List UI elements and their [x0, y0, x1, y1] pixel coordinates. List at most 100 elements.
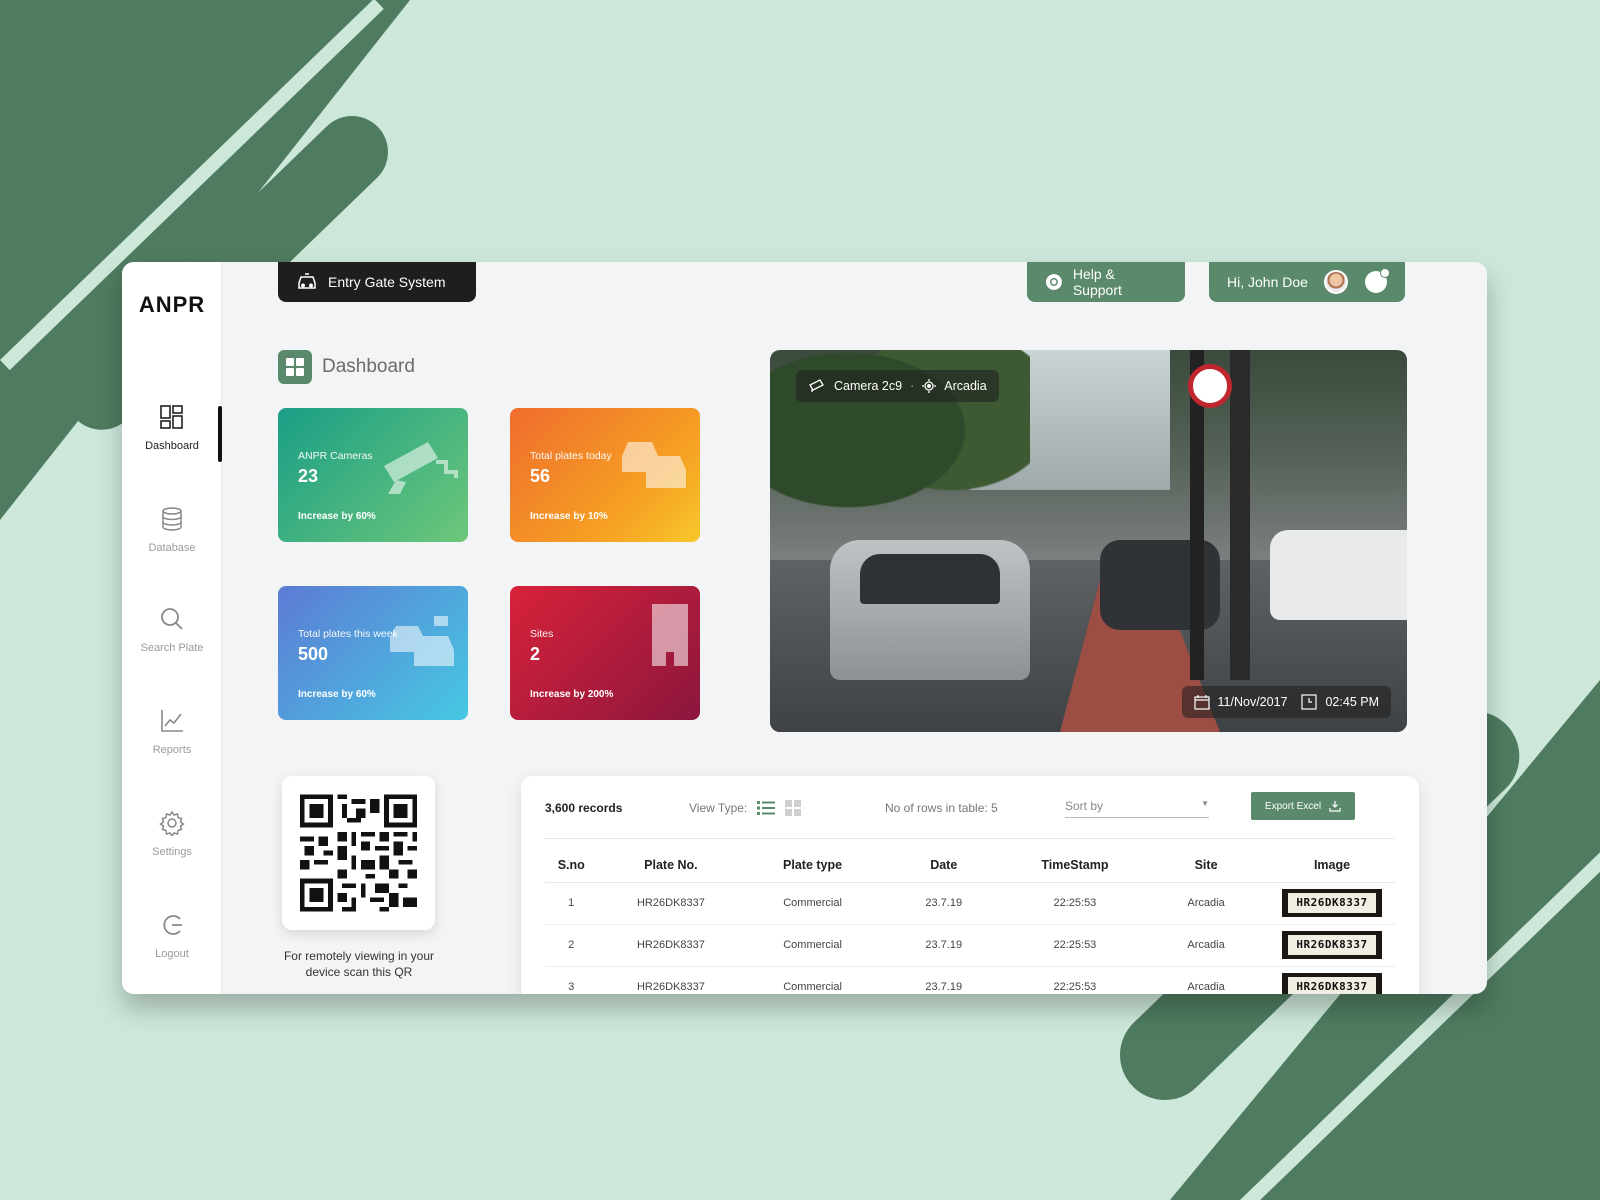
- sidebar-item-label: Dashboard: [145, 440, 199, 452]
- cars-icon: [622, 442, 686, 488]
- traffic-sign: [1188, 364, 1232, 408]
- database-icon: [162, 507, 182, 531]
- stat-card-cameras[interactable]: ANPR Cameras 23 Increase by 60%: [278, 408, 468, 542]
- app-logo: ANPR: [138, 292, 206, 317]
- table-row[interactable]: 1 HR26DK8337 Commercial 23.7.19 22:25:53…: [545, 882, 1395, 925]
- user-menu[interactable]: Hi, John Doe: [1209, 262, 1405, 302]
- entry-gate-system-button[interactable]: Entry Gate System: [278, 262, 476, 302]
- camera-label: Camera 2c9 · Arcadia: [796, 370, 999, 402]
- sidebar-item-reports[interactable]: Reports: [122, 708, 222, 758]
- stat-card-subtext: Increase by 60%: [298, 689, 376, 700]
- car-icon: [298, 273, 316, 289]
- cell-site: Arcadia: [1143, 882, 1270, 925]
- cell-plate: HR26DK8337: [597, 966, 745, 994]
- avatar[interactable]: [1324, 270, 1349, 294]
- stat-card-plates-today[interactable]: Total plates today 56 Increase by 10%: [510, 408, 700, 542]
- sidebar-item-database[interactable]: Database: [122, 506, 222, 556]
- column-header[interactable]: Plate No.: [597, 848, 745, 883]
- sidebar-item-label: Settings: [152, 846, 192, 858]
- plate-image[interactable]: HR26DK8337: [1282, 889, 1383, 917]
- column-header[interactable]: Site: [1143, 848, 1270, 883]
- qr-caption: For remotely viewing in your device scan…: [283, 949, 435, 979]
- records-table: S.no Plate No. Plate type Date TimeStamp…: [545, 848, 1395, 994]
- location-icon: [922, 379, 937, 393]
- building-icon: [652, 604, 688, 666]
- cell-site: Arcadia: [1143, 966, 1270, 994]
- sidebar-item-dashboard[interactable]: Dashboard: [122, 404, 222, 454]
- user-greeting: Hi, John Doe: [1227, 274, 1308, 290]
- chevron-down-icon: ▼: [1201, 798, 1209, 808]
- stat-card-subtext: Increase by 60%: [298, 511, 376, 522]
- cell-sno: 3: [545, 966, 598, 994]
- cctv-icon: [384, 442, 458, 494]
- column-header[interactable]: Plate type: [744, 848, 881, 883]
- sidebar: ANPR Dashboard Database Search Plate Rep…: [122, 262, 222, 994]
- export-excel-label: Export Excel: [1264, 800, 1322, 812]
- table-row[interactable]: 3 HR26DK8337 Commercial 23.7.19 22:25:53…: [545, 966, 1395, 994]
- cell-type: Commercial: [744, 966, 881, 994]
- cars-icon: [390, 616, 454, 666]
- entry-gate-label: Entry Gate System: [328, 274, 446, 290]
- cell-type: Commercial: [744, 882, 881, 925]
- camera-name: Camera 2c9: [834, 379, 903, 393]
- lifebuoy-icon: [1045, 274, 1062, 290]
- logout-icon: [163, 915, 182, 935]
- stat-card-sites[interactable]: Sites 2 Increase by 200%: [510, 586, 700, 720]
- table-row[interactable]: 2 HR26DK8337 Commercial 23.7.19 22:25:53…: [545, 924, 1395, 967]
- calendar-icon: [1193, 695, 1210, 710]
- cell-plate: HR26DK8337: [597, 882, 745, 925]
- plate-image[interactable]: HR26DK8337: [1282, 973, 1383, 994]
- stat-card-subtext: Increase by 10%: [530, 511, 608, 522]
- help-support-button[interactable]: Help & Support: [1027, 262, 1185, 302]
- plate-image-text: HR26DK8337: [1288, 977, 1377, 994]
- column-header[interactable]: S.no: [545, 848, 598, 883]
- cell-image: HR26DK8337: [1269, 966, 1395, 994]
- table-header-row: S.no Plate No. Plate type Date TimeStamp…: [545, 848, 1395, 883]
- cell-time: 22:25:53: [1006, 966, 1144, 994]
- search-icon: [161, 608, 183, 630]
- column-header[interactable]: TimeStamp: [1006, 848, 1144, 883]
- plate-image-text: HR26DK8337: [1288, 935, 1377, 955]
- camera-date: 11/Nov/2017: [1217, 695, 1288, 709]
- cell-type: Commercial: [744, 924, 881, 967]
- sidebar-item-label: Reports: [152, 744, 192, 756]
- sidebar-item-label: Search Plate: [140, 642, 204, 654]
- view-type-label: View Type:: [689, 801, 748, 815]
- camera-time: 02:45 PM: [1325, 695, 1379, 709]
- camera-feed[interactable]: Camera 2c9 · Arcadia 11/Nov/2017 02:45 P…: [770, 350, 1407, 732]
- cell-site: Arcadia: [1143, 924, 1270, 967]
- records-panel: 3,600 records View Type: No of rows in t…: [521, 776, 1419, 994]
- stat-card-plates-week[interactable]: Total plates this week 500 Increase by 6…: [278, 586, 468, 720]
- plate-image-text: HR26DK8337: [1288, 893, 1377, 913]
- rows-per-table: No of rows in table: 5: [885, 801, 998, 815]
- chart-icon: [161, 710, 183, 732]
- cell-sno: 1: [545, 882, 598, 925]
- records-count: 3,600 records: [545, 801, 623, 815]
- export-excel-button[interactable]: Export Excel: [1251, 792, 1355, 820]
- sidebar-item-search-plate[interactable]: Search Plate: [122, 606, 222, 656]
- help-support-label: Help & Support: [1072, 266, 1122, 298]
- cell-image: HR26DK8337: [1269, 882, 1395, 925]
- cell-sno: 2: [545, 924, 598, 967]
- grid-view-icon[interactable]: [785, 800, 802, 816]
- cell-date: 23.7.19: [880, 966, 1007, 994]
- list-view-icon[interactable]: [757, 800, 776, 816]
- gear-icon: [159, 810, 185, 836]
- divider: [545, 838, 1395, 839]
- sort-by-dropdown[interactable]: Sort by ▼: [1065, 799, 1209, 818]
- cell-image: HR26DK8337: [1269, 924, 1395, 967]
- cell-date: 23.7.19: [880, 882, 1007, 925]
- notification-bell-icon[interactable]: [1365, 268, 1390, 293]
- stat-card-subtext: Increase by 200%: [530, 689, 614, 700]
- view-type-control: View Type:: [689, 800, 802, 816]
- cell-date: 23.7.19: [880, 924, 1007, 967]
- sidebar-item-settings[interactable]: Settings: [122, 810, 222, 860]
- camera-location: Arcadia: [944, 379, 987, 393]
- plate-image[interactable]: HR26DK8337: [1282, 931, 1383, 959]
- column-header[interactable]: Date: [880, 848, 1007, 883]
- qr-code-card[interactable]: [282, 776, 435, 930]
- column-header[interactable]: Image: [1269, 848, 1395, 883]
- sidebar-item-logout[interactable]: Logout: [122, 912, 222, 962]
- sidebar-item-label: Database: [148, 542, 196, 554]
- app-window: ANPR Dashboard Database Search Plate Rep…: [122, 262, 1487, 994]
